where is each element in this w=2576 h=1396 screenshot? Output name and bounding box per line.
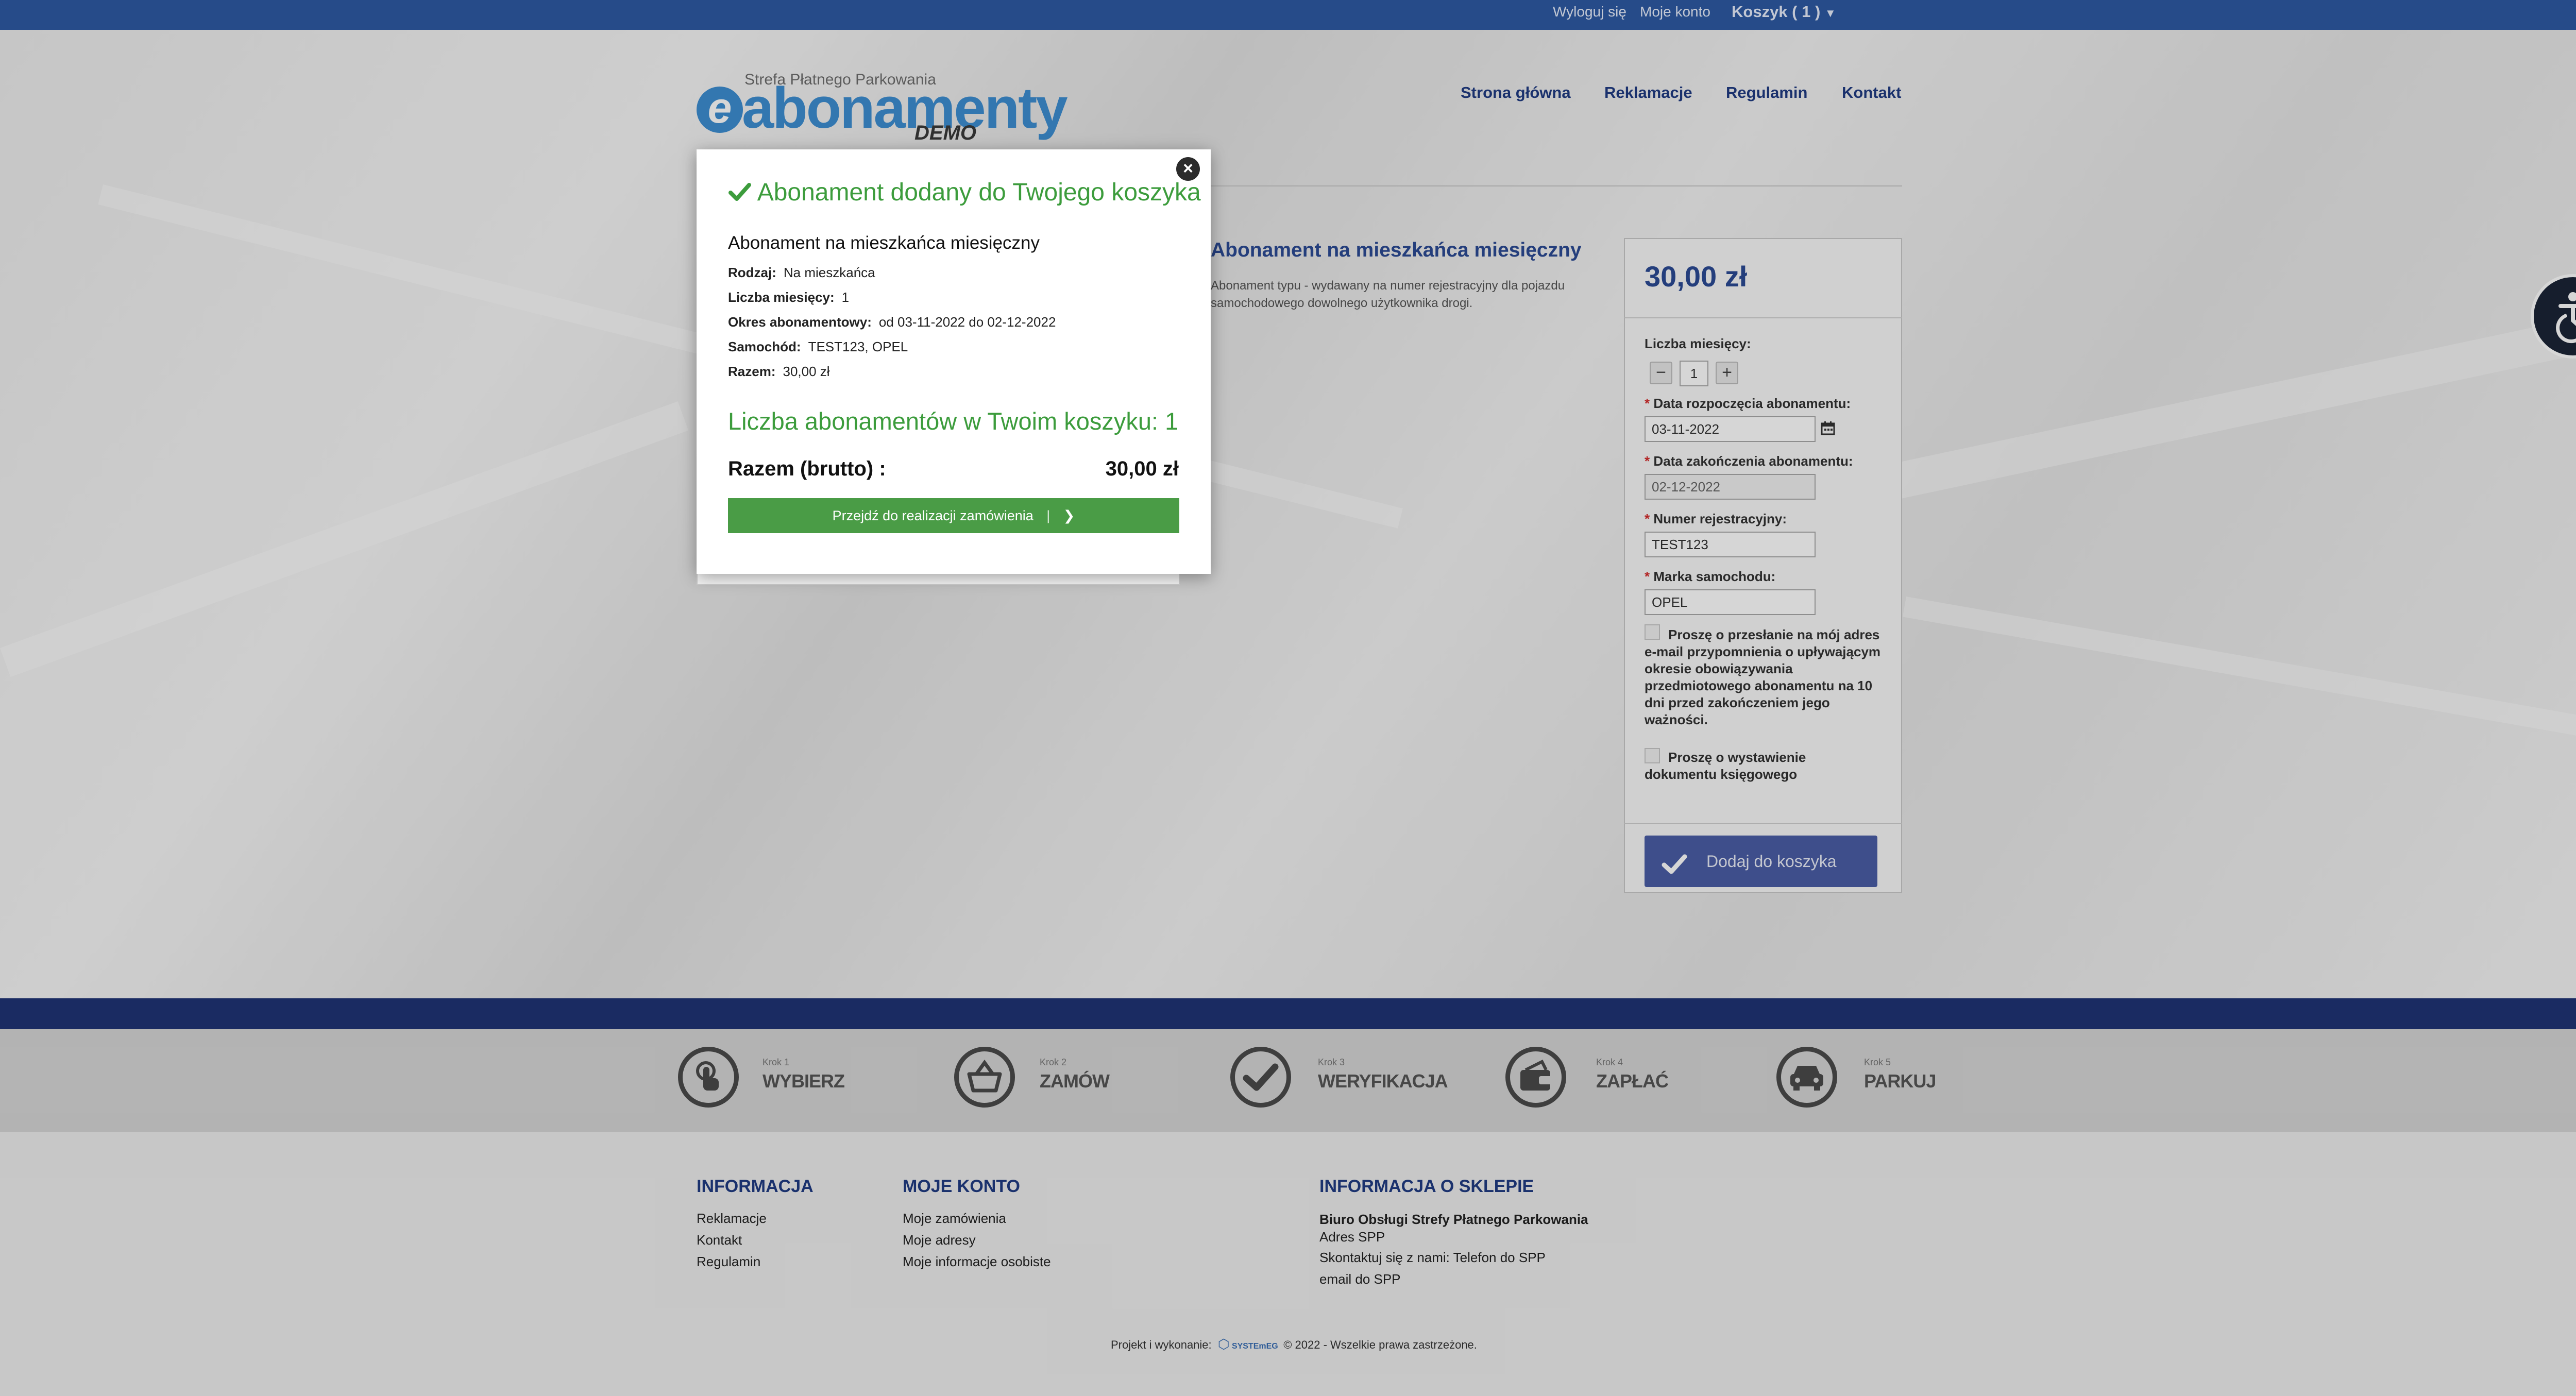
checkout-button[interactable]: Przejdź do realizacji zamówienia | ❯ [728,498,1179,533]
modal-row-total: Razem: 30,00 zł [728,364,830,379]
modal-product-name: Abonament na mieszkańca miesięczny [728,233,1040,253]
modal-row-car: Samochód: TEST123, OPEL [728,339,908,354]
modal-title: Abonament dodany do Twojego koszyka [728,178,1201,207]
cart-count-text: Liczba abonamentów w Twoim koszyku: 1 [728,407,1179,435]
page: Wyloguj się Moje konto Koszyk ( 1 ) ▼ St… [0,0,2576,1396]
gross-total-value: 30,00 zł [1105,457,1179,480]
divider: | [1046,508,1050,523]
chevron-right-icon: ❯ [1063,508,1075,523]
check-icon [728,183,751,201]
checkout-label: Przejdź do realizacji zamówienia [832,508,1033,523]
modal-overlay[interactable] [0,0,2576,1396]
modal-row-months: Liczba miesięcy: 1 [728,290,850,305]
modal-row-period: Okres abonamentowy: od 03-11-2022 do 02-1… [728,314,1056,330]
modal-row-type: Rodzaj: Na mieszkańca [728,265,875,280]
gross-total-label: Razem (brutto) : [728,457,886,480]
background-card-edge [697,574,1180,585]
close-icon[interactable]: × [1176,157,1200,181]
